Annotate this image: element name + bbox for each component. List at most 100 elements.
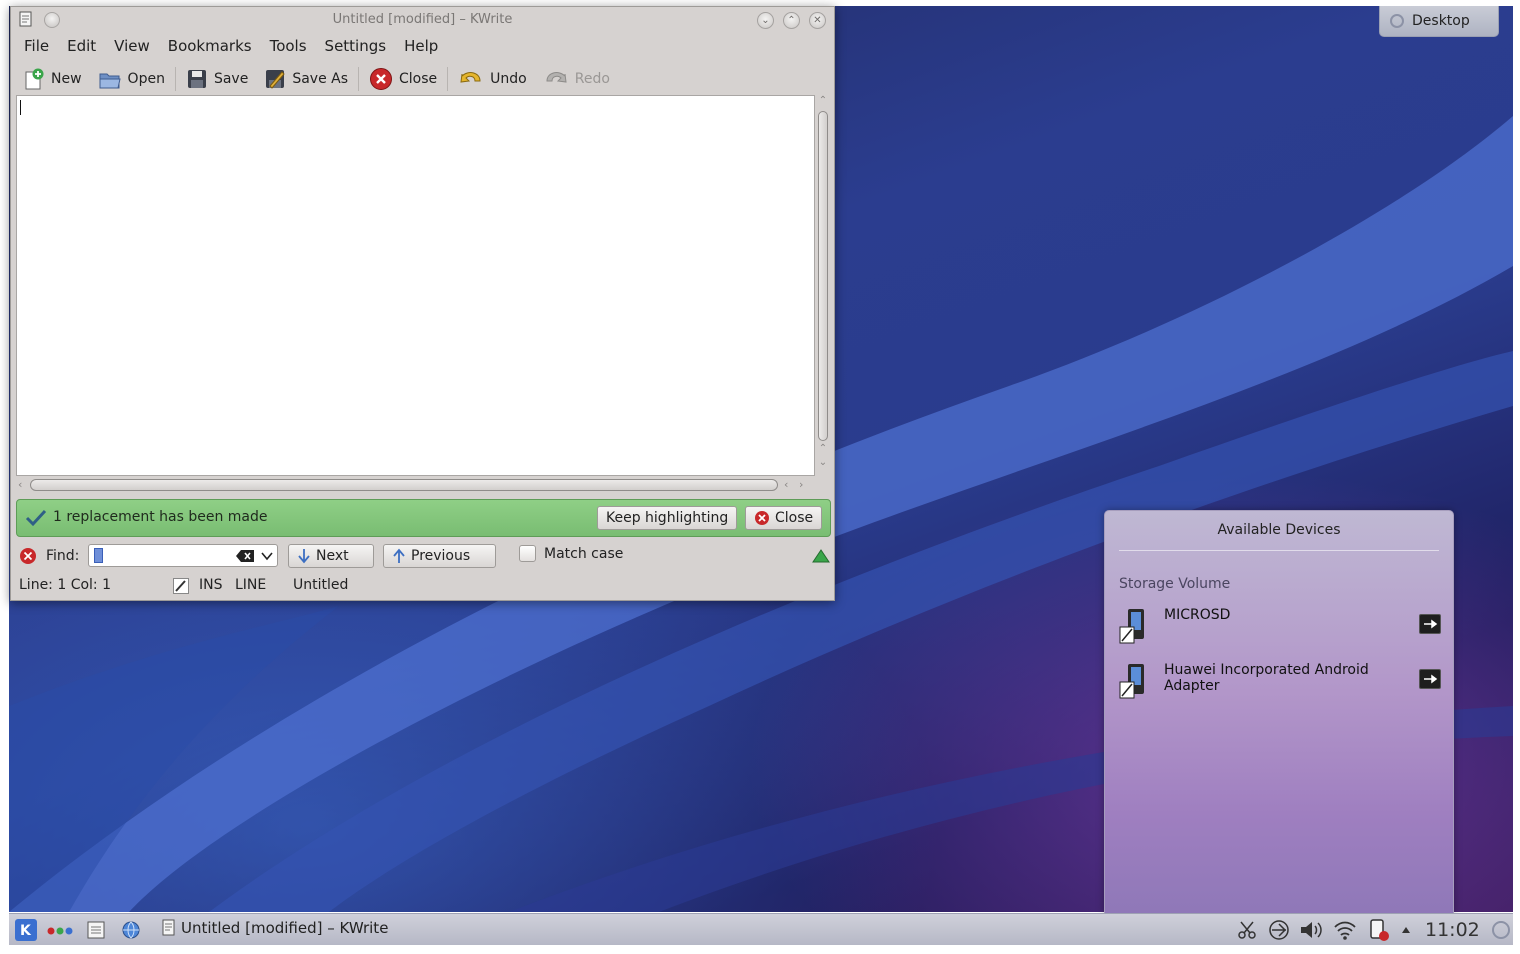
menu-tools[interactable]: Tools [261,35,316,57]
scroll-left-icon[interactable]: ‹ [18,478,22,491]
new-button[interactable]: New [15,64,90,94]
scissors-icon[interactable] [1237,920,1257,940]
find-input-caret [94,548,103,563]
replacement-notification: 1 replacement has been made Keep highlig… [16,499,831,537]
volume-icon[interactable] [1299,919,1323,941]
kde-menu-icon[interactable]: K [15,919,37,941]
open-button[interactable]: Open [90,64,173,94]
new-document-icon [25,68,44,90]
device-notifier-popup: Available Devices Storage Volume MICROSD… [1104,510,1454,914]
device-item[interactable]: MICROSD [1119,607,1441,651]
close-document-button[interactable]: Close [361,64,445,94]
unmount-button[interactable] [1419,669,1441,689]
eject-icon [1424,674,1438,684]
notification-message: 1 replacement has been made [53,509,268,525]
pager-icon[interactable] [87,921,105,939]
scroll-left-end-icon[interactable]: ‹ [784,478,788,491]
input-mode[interactable]: INS [199,577,223,593]
taskbar-item-kwrite[interactable]: Untitled [modified] – KWrite [161,919,388,937]
scroll-up-icon[interactable]: ⌃ [816,95,830,106]
taskbar-item-label: Untitled [modified] – KWrite [181,919,389,937]
open-button-label: Open [127,71,165,87]
vertical-scroll-handle[interactable] [818,111,828,441]
svg-text:K: K [20,923,32,939]
menu-view[interactable]: View [105,35,159,57]
eject-icon [1424,619,1438,629]
maximize-button[interactable]: ⌃ [783,12,800,29]
desktop-button-label: Desktop [1412,13,1470,29]
notification-close-button[interactable]: Close [745,506,823,530]
keep-highlighting-label: Keep highlighting [606,510,729,526]
close-findbar-icon[interactable] [19,547,37,565]
close-red-icon [755,511,769,525]
device-notifier-icon[interactable] [1367,918,1391,942]
find-bar: Find: Next Previous Match case [16,542,831,570]
toolbar-separator [447,67,449,91]
panel-toolbox-icon[interactable] [1491,920,1511,940]
toolbar-separator [174,67,176,91]
scroll-right-icon[interactable]: › [799,478,803,491]
desktop-toolbox-icon [1390,14,1404,28]
network-globe-icon[interactable] [121,920,141,940]
scroll-down-icon[interactable]: ⌄ [816,457,830,468]
save-as-icon [266,70,286,89]
arrow-up-icon [393,548,405,563]
cursor-position: Line: 1 Col: 1 [19,577,112,593]
match-case-checkbox[interactable]: Match case [519,545,623,562]
minimize-button[interactable]: ⌄ [757,12,774,29]
minimize-icon: ⌄ [761,15,770,26]
activities-icon[interactable] [47,926,73,936]
network-connections-icon[interactable] [1267,919,1291,941]
save-button[interactable]: Save [178,64,256,94]
text-caret [20,100,21,115]
taskbar-panel: K Untitled [modified] – KWrite 11:02 [9,913,1513,945]
title-bar[interactable]: Untitled [modified] – KWrite ⌄ ⌃ ✕ [11,7,834,33]
find-previous-button[interactable]: Previous [383,544,496,568]
undo-button[interactable]: Undo [450,64,535,94]
main-toolbar: New Open Save Save As Close Undo Redo [15,62,618,96]
selection-mode[interactable]: LINE [235,577,266,593]
match-case-box[interactable] [519,545,536,562]
menu-help[interactable]: Help [395,35,447,57]
save-button-label: Save [213,71,249,87]
desktop-toolbox-button[interactable]: Desktop [1379,6,1499,37]
chevron-up-icon[interactable] [1401,926,1411,934]
scroll-up-small-icon[interactable]: ⌃ [816,443,830,454]
close-button-label: Close [399,71,438,87]
close-icon: ✕ [813,15,822,26]
find-next-label: Next [316,548,349,564]
notification-close-label: Close [775,510,814,526]
kwrite-window: Untitled [modified] – KWrite ⌄ ⌃ ✕ File … [10,6,835,601]
device-item[interactable]: Huawei Incorporated Android Adapter [1119,662,1441,706]
section-header: Storage Volume [1119,576,1231,592]
find-next-button[interactable]: Next [288,544,374,568]
menu-settings[interactable]: Settings [316,35,396,57]
find-label: Find: [46,548,80,564]
save-as-button[interactable]: Save As [256,64,356,94]
find-input[interactable] [88,544,278,567]
menu-edit[interactable]: Edit [58,35,105,57]
removable-drive-icon [1119,664,1144,699]
horizontal-scroll-handle[interactable] [30,479,778,491]
horizontal-scrollbar[interactable]: ‹ ‹ › [16,477,815,495]
match-case-label: Match case [544,545,624,562]
checkmark-icon [25,509,47,527]
removable-drive-icon [1119,609,1144,644]
popup-divider [1119,550,1439,551]
menu-file[interactable]: File [15,35,58,57]
redo-button[interactable]: Redo [535,64,618,94]
close-window-button[interactable]: ✕ [809,12,826,29]
text-editor-area[interactable] [16,95,815,476]
device-name: MICROSD [1164,607,1231,623]
undo-button-label: Undo [490,71,527,87]
wifi-icon[interactable] [1333,919,1357,941]
menu-bookmarks[interactable]: Bookmarks [159,35,261,57]
unmount-button[interactable] [1419,614,1441,634]
arrow-up-green-icon[interactable] [812,549,830,563]
open-folder-icon [99,73,121,89]
vertical-scrollbar[interactable]: ⌃ ⌃ ⌄ [815,95,831,476]
keep-highlighting-button[interactable]: Keep highlighting [597,506,738,530]
chevron-down-icon[interactable] [261,552,273,561]
clock[interactable]: 11:02 [1425,919,1480,941]
clear-text-icon[interactable] [235,549,255,563]
